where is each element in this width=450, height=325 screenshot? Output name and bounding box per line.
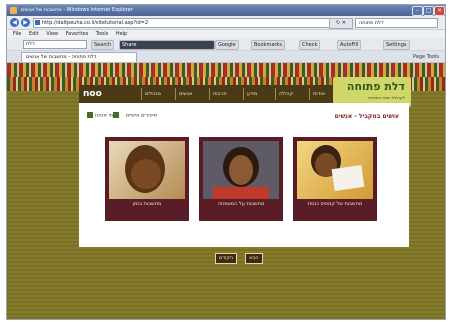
search-input[interactable]: דלת פתוחה xyxy=(355,18,438,28)
toolbar-bookmarks-button[interactable]: Bookmarks xyxy=(251,40,285,50)
menu-view[interactable]: View xyxy=(46,31,58,37)
brand-name: דלת פתוחה xyxy=(346,80,405,93)
toolbar-autofill-button[interactable]: AutoFill xyxy=(337,40,362,50)
browser-window: מחשבות של אנשים - Windows Internet Explo… xyxy=(6,4,446,320)
person-photo-1 xyxy=(109,141,185,199)
menu-favorites[interactable]: Favorites xyxy=(66,31,89,37)
person-card-1[interactable]: מחשבות בזמן xyxy=(105,137,189,221)
nav-item-info[interactable]: מידע xyxy=(243,88,257,100)
page-menu[interactable]: Page xyxy=(413,54,425,60)
brand-subtitle: לקהילת יוצאי אתיופיה xyxy=(367,95,405,100)
stories-icon xyxy=(87,112,93,118)
person-photo-2 xyxy=(203,141,279,199)
menu-edit[interactable]: Edit xyxy=(29,31,39,37)
web-page: noo מנהלים אנשים תרבות מידע קהילה אודות … xyxy=(7,63,445,319)
window-title: מחשבות של אנשים - Windows Internet Explo… xyxy=(21,7,133,13)
toolbar-settings-button[interactable]: Settings xyxy=(383,40,410,50)
about-icon xyxy=(113,112,120,118)
stories-link[interactable]: סיפורים אישיים xyxy=(126,113,157,119)
maximize-button[interactable]: □ xyxy=(423,6,434,16)
card-caption-2: מחשבות על המשפחה xyxy=(217,201,265,207)
refresh-button[interactable]: ↻ ✕ xyxy=(329,18,353,29)
menu-help[interactable]: Help xyxy=(116,31,127,37)
breadcrumb: עושים במקביל - אנשים xyxy=(334,113,399,120)
person-card-2[interactable]: מחשבות על המשפחה xyxy=(199,137,283,221)
url-input[interactable]: http://daltpeuha.co.il/sitetutorial.asp?… xyxy=(33,18,333,28)
person-photo-3 xyxy=(297,141,373,199)
content-panel: סיפורים אישיים מי אנחנו עושים במקביל - א… xyxy=(79,103,409,247)
panel-links: סיפורים אישיים מי אנחנו xyxy=(87,112,157,119)
command-bar: Page Tools xyxy=(413,53,439,61)
nav-item-about[interactable]: אודות xyxy=(309,88,325,100)
google-toolbar: דלת Search Share Google Bookmarks Check … xyxy=(7,38,445,51)
back-button[interactable]: ◀ xyxy=(10,18,19,27)
tab-bar: דלת פתוחה - מחשבות של אנשים Page Tools xyxy=(7,51,445,63)
nav-item-community[interactable]: קהילה xyxy=(275,88,293,100)
about-link[interactable]: מי אנחנו xyxy=(95,113,113,119)
nav-item-people[interactable]: אנשים xyxy=(175,88,192,100)
toolbar-share-button[interactable]: Share xyxy=(119,40,215,50)
title-bar: מחשבות של אנשים - Windows Internet Explo… xyxy=(7,5,445,16)
site-logo[interactable]: noo xyxy=(83,87,102,101)
person-card-3[interactable]: מחשבות של קמפיס כנסת xyxy=(293,137,377,221)
address-bar: ◀ ▶ http://daltpeuha.co.il/sitetutorial.… xyxy=(7,16,445,30)
prev-button[interactable]: הקודם xyxy=(215,253,238,264)
nav-item-managers[interactable]: מנהלים xyxy=(141,88,161,100)
next-button[interactable]: הבא xyxy=(245,253,263,264)
card-caption-3: מחשבות של קמפיס כנסת xyxy=(307,201,363,207)
menu-file[interactable]: File xyxy=(13,31,21,37)
menu-bar: File Edit View Favorites Tools Help xyxy=(7,30,445,38)
menu-tools[interactable]: Tools xyxy=(96,31,108,37)
nav-item-culture[interactable]: תרבות xyxy=(209,88,227,100)
page-icon xyxy=(35,20,40,25)
minimize-button[interactable]: – xyxy=(412,6,423,16)
tools-menu[interactable]: Tools xyxy=(427,54,439,60)
card-caption-1: מחשבות בזמן xyxy=(132,201,162,207)
toolbar-google-button[interactable]: Google xyxy=(215,40,239,50)
toolbar-search-input[interactable]: דלת xyxy=(23,40,87,49)
decorative-border xyxy=(7,63,445,77)
toolbar-search-button[interactable]: Search xyxy=(91,40,115,50)
tab-active[interactable]: דלת פתוחה - מחשבות של אנשים xyxy=(21,52,137,62)
close-button[interactable]: × xyxy=(434,6,445,16)
search-text: דלת פתוחה xyxy=(359,20,384,26)
browser-icon xyxy=(10,7,17,14)
forward-button[interactable]: ▶ xyxy=(21,18,30,27)
toolbar-check-button[interactable]: Check xyxy=(299,40,321,50)
url-text: http://daltpeuha.co.il/sitetutorial.asp?… xyxy=(42,20,149,26)
